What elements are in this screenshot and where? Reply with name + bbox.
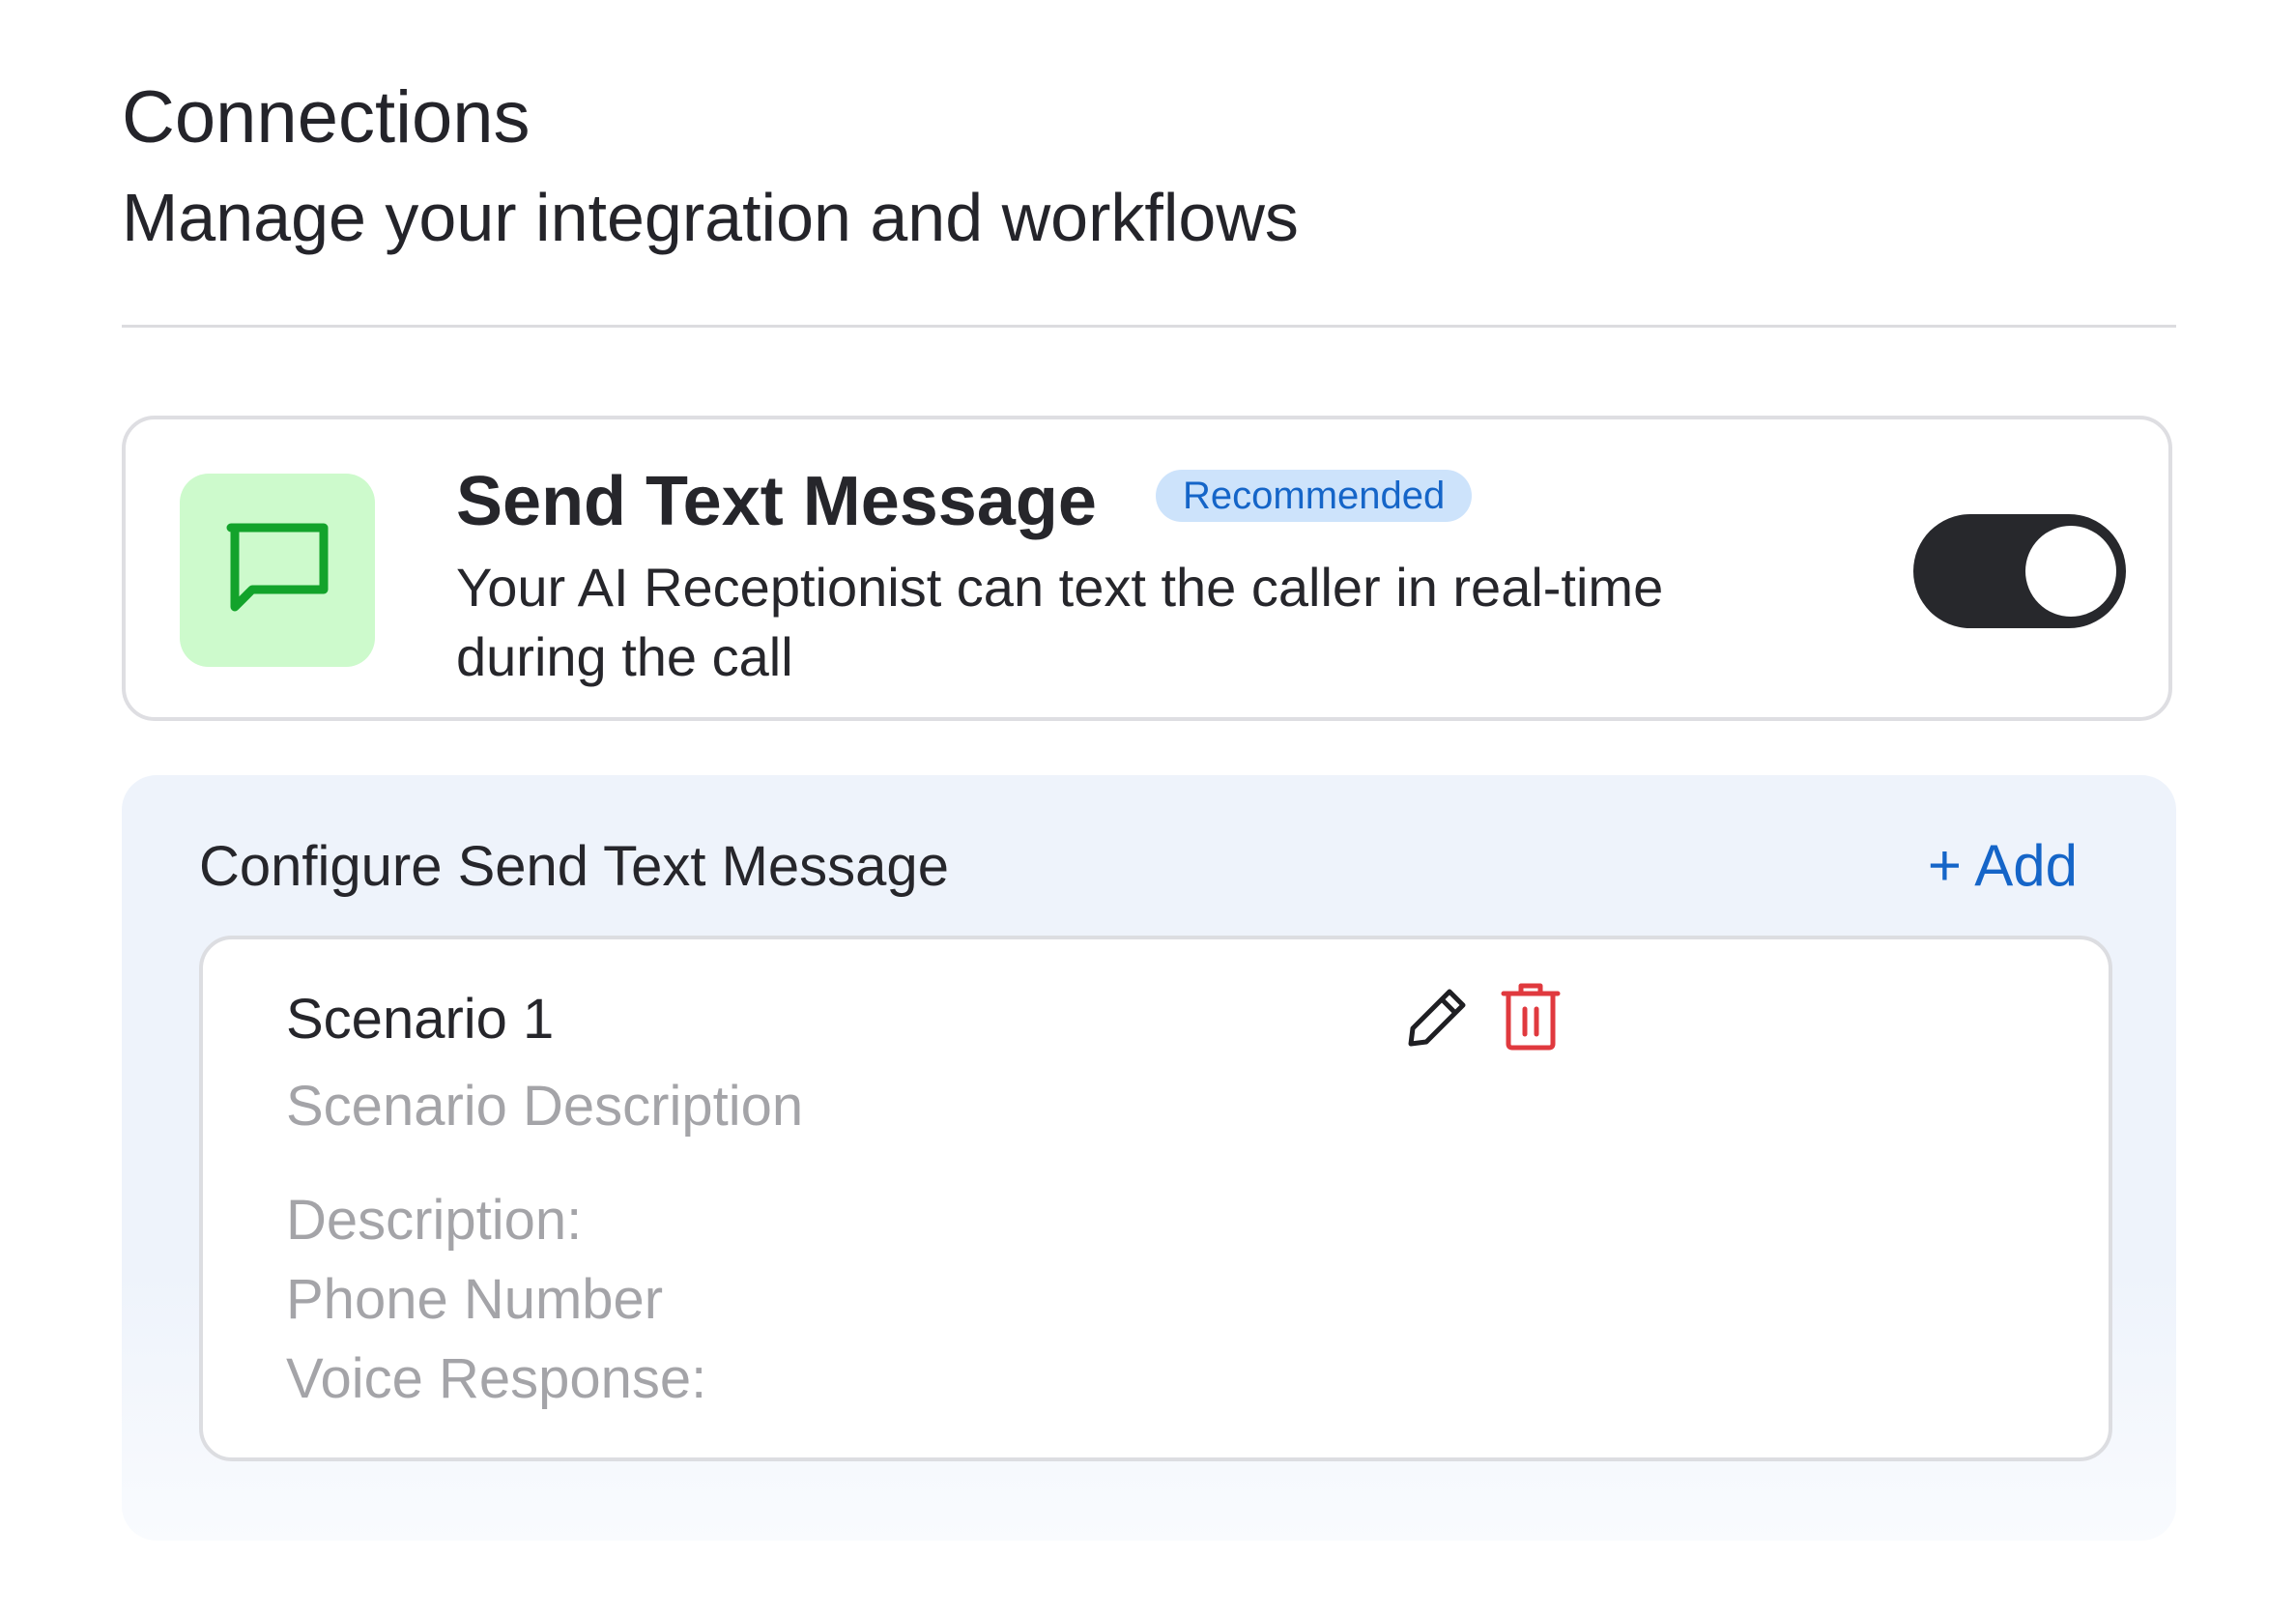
page-title: Connections [122,76,531,159]
pencil-icon [1408,989,1466,1047]
send-text-message-card: Send Text Message Recommended Your AI Re… [122,416,2172,721]
header-divider [122,325,2176,328]
add-scenario-button[interactable]: + Add [1928,829,2078,903]
scenario-description: Scenario Description [286,1075,804,1138]
edit-scenario-button[interactable] [1401,980,1475,1053]
configure-title: Configure Send Text Message [199,835,949,898]
scenario-name: Scenario 1 [286,988,555,1051]
toggle-knob [2025,526,2116,617]
connections-page: Connections Manage your integration and … [0,0,2296,1615]
delete-scenario-button[interactable] [1494,980,1567,1053]
voice-response-field-label: Voice Response: [286,1347,707,1410]
description-field-label: Description: [286,1189,583,1252]
chat-bubble-icon [226,523,329,612]
phone-number-field-label: Phone Number [286,1268,664,1331]
recommended-badge: Recommended [1156,470,1473,522]
connection-title: Send Text Message [456,463,1097,540]
enable-toggle[interactable] [1913,514,2126,628]
connection-description: Your AI Receptionist can text the caller… [456,557,1664,687]
scenario-card: Scenario 1 Scenario Description Descript… [199,936,2112,1461]
trash-icon [1501,983,1561,1051]
configure-panel: Configure Send Text Message + Add Scenar… [122,775,2176,1541]
page-subtitle: Manage your integration and workflows [122,180,1299,255]
connection-icon-tile [180,474,375,667]
